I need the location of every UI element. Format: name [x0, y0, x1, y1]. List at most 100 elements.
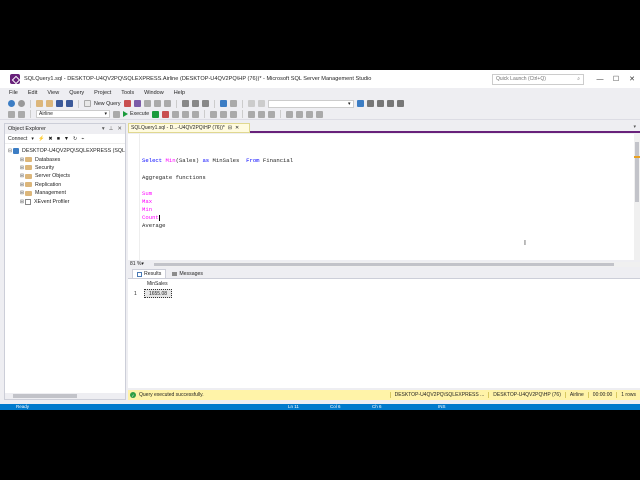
- save-icon[interactable]: [56, 100, 63, 107]
- connect-plug-icon[interactable]: ⚡: [38, 136, 44, 142]
- live-stats-icon[interactable]: [220, 110, 228, 118]
- results-grid-icon[interactable]: [258, 110, 266, 118]
- debug-icon[interactable]: [113, 110, 120, 118]
- close-icon[interactable]: ✕: [235, 125, 239, 131]
- toolbar-separator: [280, 110, 282, 118]
- indent-icon[interactable]: [306, 110, 314, 118]
- function-min: Min: [142, 206, 153, 213]
- client-stats-icon[interactable]: [230, 110, 238, 118]
- scrollbar-thumb[interactable]: [635, 142, 639, 202]
- connect-icon[interactable]: [8, 110, 15, 118]
- redo-icon[interactable]: [229, 100, 237, 107]
- pin-icon[interactable]: ⊟: [228, 125, 232, 131]
- new-query-button[interactable]: New Query: [94, 101, 121, 107]
- solution-explorer-icon[interactable]: [356, 100, 364, 107]
- paste-icon[interactable]: [201, 100, 209, 107]
- save-all-icon[interactable]: [66, 100, 73, 107]
- editor-vertical-scrollbar[interactable]: [634, 134, 640, 260]
- pin-icon[interactable]: ⊥: [109, 126, 114, 132]
- menu-edit[interactable]: Edit: [28, 90, 37, 96]
- connect-button[interactable]: Connect: [8, 136, 27, 142]
- toolbar-separator: [213, 99, 215, 108]
- chevron-down-icon[interactable]: ▾: [141, 261, 144, 267]
- menu-query[interactable]: Query: [69, 90, 84, 96]
- mdx-query-icon[interactable]: [143, 100, 151, 107]
- outdent-icon[interactable]: [316, 110, 324, 118]
- results-file-icon[interactable]: [268, 110, 276, 118]
- forward-icon[interactable]: [18, 100, 25, 107]
- menu-window[interactable]: Window: [144, 90, 164, 96]
- new-file-icon[interactable]: [36, 100, 43, 107]
- results-text-icon[interactable]: [248, 110, 256, 118]
- cut-icon[interactable]: [181, 100, 189, 107]
- undo-icon[interactable]: [219, 100, 227, 107]
- xmla-query-icon[interactable]: [163, 100, 171, 107]
- tab-messages[interactable]: Messages: [168, 269, 207, 278]
- column-header[interactable]: MinSales: [144, 281, 172, 287]
- close-icon[interactable]: ✕: [117, 126, 122, 132]
- tree-item-server[interactable]: ⊟ DESKTOP-U4QV2PQ\SQLEXPRESS (SQL: [5, 147, 125, 155]
- code-line-select: Select Min(Sales) as MinSales From Finan…: [142, 157, 293, 164]
- chevron-down-icon[interactable]: ▾: [31, 136, 34, 142]
- find-combo[interactable]: ▾: [267, 99, 354, 108]
- change-connection-icon[interactable]: [18, 110, 25, 118]
- open-file-icon[interactable]: [46, 100, 53, 107]
- tab-sqlquery1[interactable]: SQLQuery1.sql - D...-U4QV2PQ\HP (76))* ⊟…: [128, 123, 250, 133]
- new-query-icon[interactable]: [84, 100, 91, 107]
- filter-icon[interactable]: ▼: [64, 136, 69, 142]
- maximize-button[interactable]: ☐: [608, 70, 624, 88]
- query-designer-icon[interactable]: [192, 110, 200, 118]
- row-number[interactable]: 1: [134, 291, 137, 297]
- query-editor[interactable]: Select Min(Sales) as MinSales From Finan…: [128, 134, 634, 260]
- disconnect-icon[interactable]: ✖: [48, 136, 52, 142]
- scrollbar-thumb[interactable]: [13, 394, 77, 398]
- tree-item-security[interactable]: ⊞ Security: [5, 164, 125, 172]
- menu-help[interactable]: Help: [174, 90, 185, 96]
- template-explorer-icon[interactable]: [396, 100, 404, 107]
- tree-item-xevent-profiler[interactable]: ⊞ XEvent Profiler: [5, 197, 125, 205]
- tab-results[interactable]: Results: [132, 269, 167, 278]
- quick-launch-input[interactable]: Quick Launch (Ctrl+Q) ⌕: [492, 73, 584, 85]
- registered-servers-icon[interactable]: [386, 100, 394, 107]
- activity-icon[interactable]: ⌁: [81, 136, 84, 142]
- back-icon[interactable]: [8, 100, 15, 107]
- text-caret: [158, 214, 160, 221]
- navigate-icon[interactable]: [247, 100, 255, 107]
- debug-run-icon[interactable]: [152, 110, 160, 118]
- cancel-query-icon[interactable]: [162, 110, 170, 118]
- refresh-icon[interactable]: ↻: [73, 136, 77, 142]
- tree-item-server-objects[interactable]: ⊞ Server Objects: [5, 172, 125, 180]
- code-text: Financial: [259, 157, 294, 164]
- copy-icon[interactable]: [191, 100, 199, 107]
- chevron-down-icon[interactable]: ▾: [102, 126, 105, 132]
- find-icon[interactable]: [257, 100, 265, 107]
- result-cell[interactable]: 1655.08: [144, 289, 172, 298]
- toolbox-icon[interactable]: [376, 100, 384, 107]
- include-plan-icon[interactable]: [210, 110, 218, 118]
- horizontal-scrollbar[interactable]: [5, 393, 125, 399]
- tree-item-management[interactable]: ⊞ Management: [5, 189, 125, 197]
- analysis-query-icon[interactable]: [133, 100, 141, 107]
- scrollbar-thumb[interactable]: [153, 262, 614, 266]
- menu-view[interactable]: View: [47, 90, 59, 96]
- database-selector[interactable]: Airline ▾: [36, 110, 110, 118]
- uncomment-icon[interactable]: [296, 110, 304, 118]
- tree-item-databases[interactable]: ⊞ Databases: [5, 155, 125, 163]
- menu-tools[interactable]: Tools: [121, 90, 134, 96]
- properties-icon[interactable]: [366, 100, 374, 107]
- menu-project[interactable]: Project: [94, 90, 111, 96]
- editor-horizontal-scrollbar[interactable]: [153, 261, 640, 267]
- chevron-down-icon[interactable]: ▾: [633, 124, 636, 130]
- dmx-query-icon[interactable]: [153, 100, 161, 107]
- menu-file[interactable]: File: [9, 90, 18, 96]
- tree-item-replication[interactable]: ⊞ Replication: [5, 181, 125, 189]
- comment-icon[interactable]: [286, 110, 294, 118]
- execute-button[interactable]: Execute: [123, 111, 149, 117]
- database-engine-query-icon[interactable]: [123, 100, 131, 107]
- close-button[interactable]: ✕: [624, 70, 640, 88]
- stop-icon[interactable]: ■: [57, 136, 60, 142]
- zoom-level[interactable]: 81 %: [130, 261, 141, 267]
- display-plan-icon[interactable]: [182, 110, 190, 118]
- parse-icon[interactable]: [172, 110, 180, 118]
- minimize-button[interactable]: —: [592, 70, 608, 88]
